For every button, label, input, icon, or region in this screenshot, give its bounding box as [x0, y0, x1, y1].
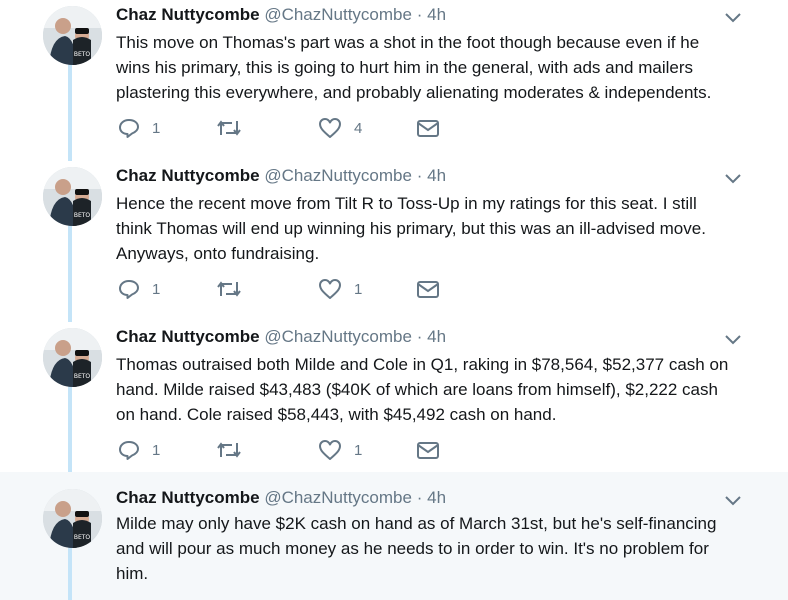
- display-name[interactable]: Chaz Nuttycombe: [116, 5, 260, 24]
- tweet-text-line: Thomas outraised both Milde and Cole in …: [116, 355, 729, 374]
- heart-icon: [318, 117, 342, 139]
- envelope-icon: [416, 278, 440, 300]
- like-button[interactable]: 1: [318, 278, 364, 300]
- tweet-text: Milde may only have $2K cash on hand as …: [116, 511, 741, 586]
- like-button[interactable]: 4: [318, 117, 364, 139]
- separator-dot: ·: [416, 327, 423, 346]
- like-count: 1: [354, 441, 363, 459]
- direct-message-button[interactable]: [416, 439, 440, 461]
- tweet-text-line: Milde may only have $2K cash on hand as …: [116, 514, 717, 533]
- retweet-icon: [216, 117, 242, 139]
- tweet-text-line: on hand. Cole raised $58,443, with $45,4…: [116, 405, 557, 424]
- tweet[interactable]: BETO Chaz Nuttycombe @ChazNuttycombe · 4…: [0, 0, 788, 161]
- display-name[interactable]: Chaz Nuttycombe: [116, 327, 260, 346]
- envelope-icon: [416, 439, 440, 461]
- thread-connector: [68, 225, 72, 322]
- tweet[interactable]: BETO Chaz Nuttycombe @ChazNuttycombe · 4…: [0, 161, 788, 322]
- thread-connector: [68, 386, 72, 472]
- retweet-button[interactable]: [216, 439, 264, 461]
- timestamp[interactable]: 4h: [427, 5, 446, 24]
- tweet-header: Chaz Nuttycombe @ChazNuttycombe · 4h: [116, 166, 446, 186]
- tweet-text-line: Anyways, onto fundraising.: [116, 244, 320, 263]
- reply-icon: [118, 117, 140, 139]
- chevron-down-icon[interactable]: [724, 10, 742, 24]
- retweet-button[interactable]: [216, 117, 264, 139]
- chevron-down-icon[interactable]: [724, 332, 742, 346]
- tweet-text-line: plastering this everywhere, and probably…: [116, 83, 712, 102]
- user-handle[interactable]: @ChazNuttycombe: [264, 166, 412, 185]
- tweet-header: Chaz Nuttycombe @ChazNuttycombe · 4h: [116, 488, 446, 508]
- chevron-down-icon[interactable]: [724, 171, 742, 185]
- avatar-badge: BETO: [74, 212, 91, 219]
- reply-button[interactable]: 1: [118, 278, 162, 300]
- tweet-text-line: hand. Milde raised $43,483 ($40K of whic…: [116, 380, 718, 399]
- tweet-header: Chaz Nuttycombe @ChazNuttycombe · 4h: [116, 327, 446, 347]
- like-count: 4: [354, 119, 363, 137]
- reply-icon: [118, 439, 140, 461]
- tweet-text-line: him.: [116, 564, 149, 583]
- user-handle[interactable]: @ChazNuttycombe: [264, 5, 412, 24]
- tweet-thread: BETO Chaz Nuttycombe @ChazNuttycombe · 4…: [0, 0, 788, 600]
- avatar-badge: BETO: [74, 373, 91, 380]
- reply-count: 1: [152, 119, 161, 137]
- tweet-text-line: This move on Thomas's part was a shot in…: [116, 33, 700, 52]
- tweet[interactable]: BETO Chaz Nuttycombe @ChazNuttycombe · 4…: [0, 322, 788, 472]
- separator-dot: ·: [416, 5, 423, 24]
- chevron-down-icon[interactable]: [724, 493, 742, 507]
- display-name[interactable]: Chaz Nuttycombe: [116, 488, 260, 507]
- tweet-highlighted[interactable]: BETO Chaz Nuttycombe @ChazNuttycombe · 4…: [0, 472, 788, 600]
- direct-message-button[interactable]: [416, 117, 440, 139]
- envelope-icon: [416, 117, 440, 139]
- tweet-text: This move on Thomas's part was a shot in…: [116, 30, 741, 105]
- retweet-icon: [216, 278, 242, 300]
- like-button[interactable]: 1: [318, 439, 364, 461]
- reply-button[interactable]: 1: [118, 439, 162, 461]
- retweet-icon: [216, 439, 242, 461]
- timestamp[interactable]: 4h: [427, 488, 446, 507]
- avatar[interactable]: BETO: [43, 489, 102, 548]
- reply-icon: [118, 278, 140, 300]
- timestamp[interactable]: 4h: [427, 327, 446, 346]
- user-handle[interactable]: @ChazNuttycombe: [264, 327, 412, 346]
- avatar[interactable]: BETO: [43, 6, 102, 65]
- direct-message-button[interactable]: [416, 278, 440, 300]
- reply-count: 1: [152, 441, 161, 459]
- display-name[interactable]: Chaz Nuttycombe: [116, 166, 260, 185]
- retweet-button[interactable]: [216, 278, 264, 300]
- avatar[interactable]: BETO: [43, 167, 102, 226]
- avatar-badge: BETO: [74, 51, 91, 58]
- like-count: 1: [354, 280, 363, 298]
- reply-count: 1: [152, 280, 161, 298]
- tweet-text-line: think Thomas will end up winning his pri…: [116, 219, 706, 238]
- tweet-text-line: wins his primary, this is going to hurt …: [116, 58, 693, 77]
- avatar[interactable]: BETO: [43, 328, 102, 387]
- heart-icon: [318, 278, 342, 300]
- tweet-text-line: and will pour as much money as he needs …: [116, 539, 709, 558]
- timestamp[interactable]: 4h: [427, 166, 446, 185]
- heart-icon: [318, 439, 342, 461]
- tweet-text: Thomas outraised both Milde and Cole in …: [116, 352, 741, 427]
- thread-connector: [68, 64, 72, 161]
- user-handle[interactable]: @ChazNuttycombe: [264, 488, 412, 507]
- tweet-text: Hence the recent move from Tilt R to Tos…: [116, 191, 741, 266]
- separator-dot: ·: [416, 166, 423, 185]
- tweet-actions: 1 1: [118, 439, 458, 463]
- avatar-badge: BETO: [74, 534, 91, 541]
- separator-dot: ·: [416, 488, 423, 507]
- tweet-actions: 1 4: [118, 117, 458, 141]
- reply-button[interactable]: 1: [118, 117, 162, 139]
- tweet-actions: 1 1: [118, 278, 458, 302]
- tweet-header: Chaz Nuttycombe @ChazNuttycombe · 4h: [116, 5, 446, 25]
- tweet-text-line: Hence the recent move from Tilt R to Tos…: [116, 194, 697, 213]
